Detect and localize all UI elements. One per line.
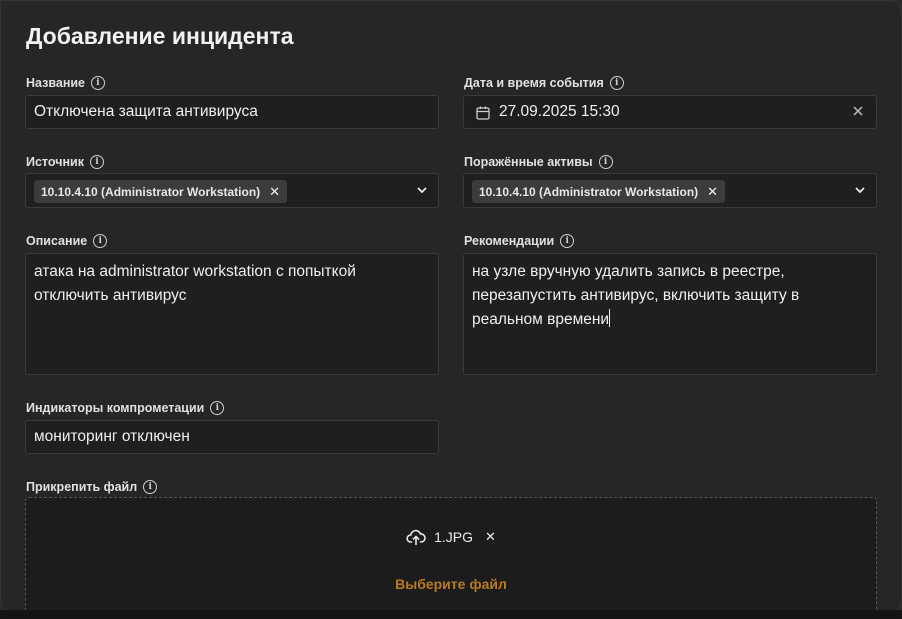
file-dropzone[interactable]: 1.JPG ✕ Выберите файл [25,497,877,611]
source-select[interactable]: 10.10.4.10 (Administrator Workstation) ✕ [25,173,439,208]
assets-select[interactable]: 10.10.4.10 (Administrator Workstation) ✕ [463,173,877,208]
name-label-text: Название [26,76,86,90]
ioc-input[interactable]: мониторинг отключен [25,420,439,454]
assets-label: Поражённые активы i [464,153,613,171]
attach-label: Прикрепить файл i [26,478,158,496]
info-icon[interactable]: i [93,234,108,248]
source-tag: 10.10.4.10 (Administrator Workstation) ✕ [34,180,288,203]
datetime-label-text: Дата и время события [464,76,604,90]
assets-tag: 10.10.4.10 (Administrator Workstation) ✕ [472,180,726,203]
incident-dialog: Добавление инцидента Название i Отключен… [0,0,902,612]
datetime-label: Дата и время события i [464,74,624,92]
attach-label-text: Прикрепить файл [26,480,138,494]
ioc-label: Индикаторы компрометации i [26,399,225,417]
upload-cloud-icon [406,529,426,545]
ioc-label-text: Индикаторы компрометации [26,401,205,415]
text-caret [609,309,611,327]
source-label-text: Источник [26,155,84,169]
clear-icon[interactable] [852,105,864,117]
info-icon[interactable]: i [598,155,613,169]
description-textarea[interactable]: атака на administrator workstation с поп… [25,253,439,375]
info-icon[interactable]: i [143,480,158,494]
recommendations-label: Рекомендации i [464,232,575,250]
assets-tag-text: 10.10.4.10 (Administrator Workstation) [479,184,699,199]
info-icon[interactable]: i [560,234,575,248]
name-label: Название i [26,74,106,92]
description-value: атака на administrator workstation с поп… [34,263,356,304]
description-label: Описание i [26,232,108,250]
recommendations-label-text: Рекомендации [464,234,555,248]
calendar-icon [476,106,490,120]
remove-tag-icon[interactable]: ✕ [707,184,718,200]
chevron-down-icon[interactable] [416,184,428,196]
file-name: 1.JPG [434,529,473,545]
ioc-value: мониторинг отключен [34,428,190,445]
remove-file-icon[interactable]: ✕ [485,529,496,545]
source-tag-text: 10.10.4.10 (Administrator Workstation) [41,184,261,199]
info-icon[interactable]: i [89,155,104,169]
info-icon[interactable]: i [609,76,624,90]
info-icon[interactable]: i [91,76,106,90]
assets-label-text: Поражённые активы [464,155,593,169]
recommendations-textarea[interactable]: на узле вручную удалить запись в реестре… [463,253,877,375]
info-icon[interactable]: i [210,401,225,415]
dialog-title: Добавление инцидента [26,23,294,49]
attached-file: 1.JPG ✕ [26,528,876,546]
remove-tag-icon[interactable]: ✕ [269,184,280,200]
background-strip [0,610,902,619]
datetime-value: 27.09.2025 15:30 [499,103,620,120]
source-label: Источник i [26,153,104,171]
datetime-picker[interactable]: 27.09.2025 15:30 [463,95,877,129]
description-label-text: Описание [26,234,88,248]
choose-file-link[interactable]: Выберите файл [26,576,876,592]
chevron-down-icon[interactable] [854,184,866,196]
recommendations-value: на узле вручную удалить запись в реестре… [472,260,866,332]
name-input[interactable]: Отключена защита антивируса [25,95,439,129]
recommendations-text: на узле вручную удалить запись в реестре… [472,263,800,328]
name-input-value: Отключена защита антивируса [34,103,258,120]
